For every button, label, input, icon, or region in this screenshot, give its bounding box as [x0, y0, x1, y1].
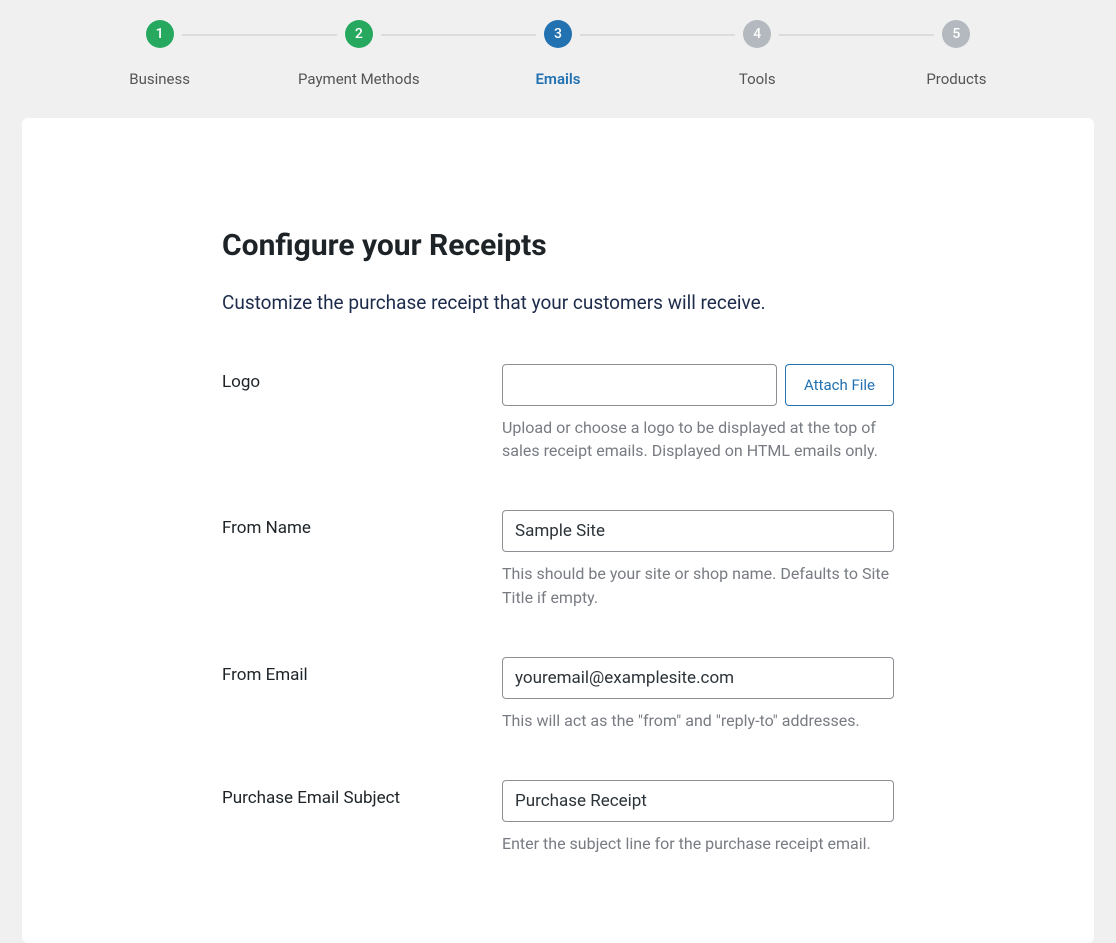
step-circle: 1: [146, 20, 174, 48]
step-connector: [658, 34, 736, 36]
label-purchase-subject: Purchase Email Subject: [222, 780, 502, 808]
setup-stepper: 1 Business 2 Payment Methods 3 Emails 4 …: [0, 0, 1116, 118]
step-products[interactable]: 5 Products: [857, 20, 1056, 88]
attach-file-button[interactable]: Attach File: [785, 364, 894, 406]
help-from-email: This will act as the "from" and "reply-t…: [502, 709, 894, 732]
from-name-input[interactable]: [502, 510, 894, 552]
step-circle: 5: [942, 20, 970, 48]
purchase-subject-input[interactable]: [502, 780, 894, 822]
row-from-name: From Name This should be your site or sh…: [222, 510, 894, 608]
step-circle: 3: [544, 20, 572, 48]
step-label: Products: [926, 70, 986, 88]
step-connector: [857, 34, 935, 36]
help-from-name: This should be your site or shop name. D…: [502, 562, 894, 608]
row-logo: Logo Attach File Upload or choose a logo…: [222, 364, 894, 462]
label-from-email: From Email: [222, 657, 502, 685]
help-purchase-subject: Enter the subject line for the purchase …: [502, 832, 894, 855]
content-card: Configure your Receipts Customize the pu…: [22, 118, 1094, 943]
step-connector: [381, 34, 459, 36]
help-logo: Upload or choose a logo to be displayed …: [502, 416, 894, 462]
step-connector: [779, 34, 857, 36]
step-business[interactable]: 1 Business: [60, 20, 259, 88]
step-label: Emails: [535, 70, 580, 88]
field-logo: Attach File Upload or choose a logo to b…: [502, 364, 894, 462]
step-circle: 2: [345, 20, 373, 48]
step-payment-methods[interactable]: 2 Payment Methods: [259, 20, 458, 88]
from-email-input[interactable]: [502, 657, 894, 699]
field-from-email: This will act as the "from" and "reply-t…: [502, 657, 894, 732]
label-from-name: From Name: [222, 510, 502, 538]
logo-input-wrap: Attach File: [502, 364, 894, 406]
step-emails[interactable]: 3 Emails: [458, 20, 657, 88]
row-from-email: From Email This will act as the "from" a…: [222, 657, 894, 732]
step-connector: [580, 34, 658, 36]
logo-input[interactable]: [502, 364, 777, 406]
step-label: Tools: [739, 70, 776, 88]
field-from-name: This should be your site or shop name. D…: [502, 510, 894, 608]
page-title: Configure your Receipts: [222, 228, 894, 263]
step-connector: [259, 34, 337, 36]
step-connector: [458, 34, 536, 36]
step-tools[interactable]: 4 Tools: [658, 20, 857, 88]
page-subtitle: Customize the purchase receipt that your…: [222, 291, 894, 314]
step-circle: 4: [743, 20, 771, 48]
step-label: Payment Methods: [298, 70, 420, 88]
step-label: Business: [129, 70, 190, 88]
step-connector: [182, 34, 260, 36]
label-logo: Logo: [222, 364, 502, 392]
